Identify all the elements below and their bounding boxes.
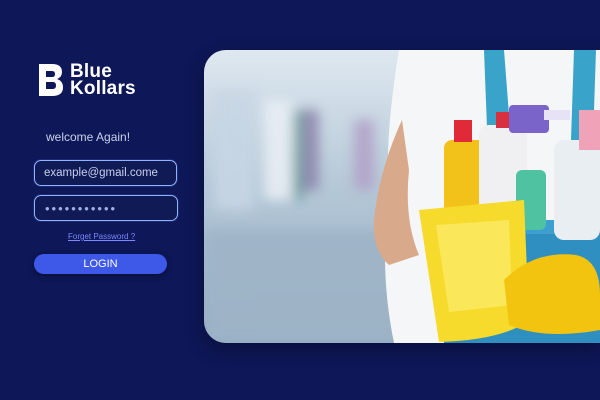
welcome-text: welcome Again! xyxy=(46,130,131,144)
brand-line-2: Kollars xyxy=(70,78,136,99)
password-field[interactable]: ••••••••••• xyxy=(34,195,178,221)
login-button[interactable]: LOGIN xyxy=(34,254,167,274)
cleaning-worker-photo xyxy=(204,50,600,343)
logo-b-icon xyxy=(39,64,63,96)
forgot-password-link[interactable]: Forget Password ? xyxy=(68,232,135,241)
hero-image xyxy=(204,50,600,343)
brand-name: Blue Kollars xyxy=(70,62,136,99)
brand-logo: Blue Kollars xyxy=(38,62,136,99)
email-field[interactable]: example@gmail.come xyxy=(34,160,177,186)
